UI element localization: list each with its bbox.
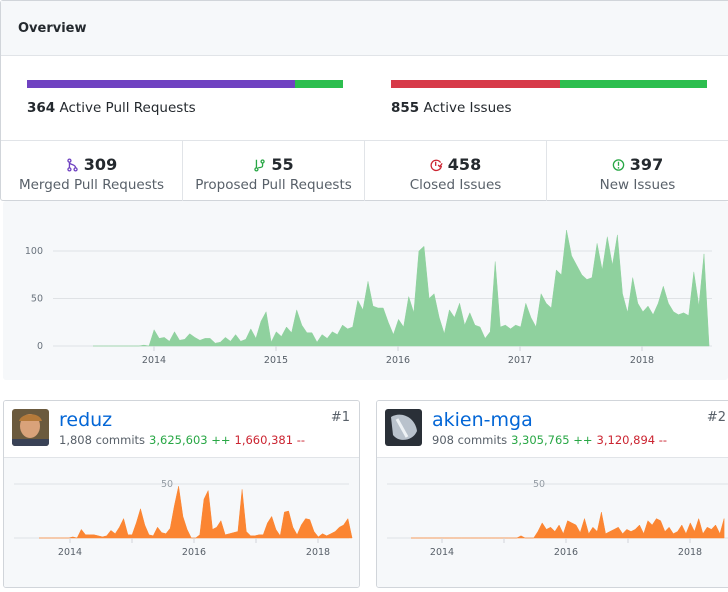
x-tick-label: 2017 xyxy=(508,355,532,366)
y-tick-label: 0 xyxy=(37,341,43,352)
y-tick-label: 50 xyxy=(533,479,545,490)
stat-value: 458 xyxy=(447,155,482,174)
data-area xyxy=(39,486,353,539)
active-issues[interactable]: 855 Active Issues xyxy=(391,100,511,116)
x-tick-label: 2018 xyxy=(678,547,702,558)
issue-closed-icon xyxy=(430,159,443,171)
contributor-card: akien-mga 908 commits 3,305,765 ++ 3,120,8… xyxy=(376,400,728,588)
deletions-count: 1,660,381 -- xyxy=(234,433,305,447)
commits-chart: 0 50 100 2014 2015 2016 2017 2018 xyxy=(3,201,728,380)
stat-closed-issues[interactable]: 458 Closed Issues xyxy=(365,141,547,201)
overview-panel: Overview 364 Active Pull Requests 855 Ac… xyxy=(0,0,728,201)
overview-title: Overview xyxy=(1,1,728,56)
stat-value: 397 xyxy=(629,155,664,174)
pull-requests-progress-bar xyxy=(27,80,343,88)
stat-new-issues[interactable]: 397 New Issues xyxy=(547,141,728,201)
x-tick-label: 2016 xyxy=(182,547,206,558)
activity-summary: 364 Active Pull Requests 855 Active Issu… xyxy=(1,56,728,141)
x-tick-label: 2018 xyxy=(306,547,330,558)
contributor-commits-chart: 50 2014 2016 2018 xyxy=(14,479,353,558)
additions-count: 3,305,765 ++ xyxy=(511,433,593,447)
stat-label: New Issues xyxy=(599,177,676,193)
contributor-username-link[interactable]: reduz xyxy=(59,409,112,431)
avatar[interactable] xyxy=(385,409,422,446)
issues-progress-bar xyxy=(391,80,707,88)
stat-value: 55 xyxy=(271,155,294,174)
stat-label: Closed Issues xyxy=(409,177,502,193)
x-tick-label: 2018 xyxy=(630,355,654,366)
merged-segment xyxy=(27,80,296,88)
active-issues-count: 855 xyxy=(391,100,420,116)
commits-area-chart: 0 50 100 2014 2015 2016 2017 2018 xyxy=(25,230,712,366)
x-tick-label: 2016 xyxy=(386,355,410,366)
additions-count: 3,625,603 ++ xyxy=(149,433,231,447)
active-pull-requests[interactable]: 364 Active Pull Requests xyxy=(27,100,196,116)
stat-merged-pull-requests[interactable]: 309 Merged Pull Requests xyxy=(1,141,183,201)
deletions-count: 3,120,894 -- xyxy=(596,433,668,447)
stat-value: 309 xyxy=(83,155,118,174)
data-area xyxy=(93,230,710,347)
contributor-username-link[interactable]: akien-mga xyxy=(432,409,533,431)
x-tick-label: 2014 xyxy=(142,355,166,366)
avatar[interactable] xyxy=(12,409,49,446)
stat-label: Merged Pull Requests xyxy=(18,177,165,193)
git-merge-icon xyxy=(67,157,78,172)
x-tick-label: 2014 xyxy=(430,547,454,558)
contributor-card: reduz 1,808 commits 3,625,603 ++ 1,660,381… xyxy=(3,400,360,588)
closed-segment xyxy=(391,80,561,88)
contributor-rank: #1 xyxy=(330,410,350,425)
proposed-segment xyxy=(295,80,343,88)
active-issues-label: Active Issues xyxy=(423,100,512,116)
active-pr-label: Active Pull Requests xyxy=(59,100,196,116)
x-tick-label: 2014 xyxy=(58,547,82,558)
stat-label: Proposed Pull Requests xyxy=(195,177,352,193)
data-area xyxy=(411,512,725,539)
commit-count[interactable]: 908 commits xyxy=(432,433,507,447)
contributor-rank: #2 xyxy=(706,410,726,425)
open-segment xyxy=(560,80,707,88)
y-tick-label: 50 xyxy=(31,294,43,305)
issue-opened-icon xyxy=(612,158,625,171)
y-tick-label: 100 xyxy=(25,246,43,257)
stat-proposed-pull-requests[interactable]: 55 Proposed Pull Requests xyxy=(183,141,365,201)
active-pr-count: 364 xyxy=(27,100,56,116)
y-tick-label: 50 xyxy=(161,479,173,490)
contributor-commits-chart: 50 2014 2016 2018 xyxy=(387,479,728,558)
x-tick-label: 2016 xyxy=(554,547,578,558)
x-tick-label: 2015 xyxy=(264,355,288,366)
git-pull-request-icon xyxy=(254,158,266,172)
commit-count[interactable]: 1,808 commits xyxy=(59,433,145,447)
